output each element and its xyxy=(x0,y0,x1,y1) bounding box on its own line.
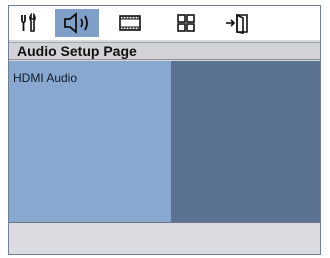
setup-tools-icon xyxy=(21,13,36,32)
options-panel xyxy=(171,61,320,222)
menu-item-hdmi-audio[interactable]: HDMI Audio xyxy=(13,71,77,85)
exit-setup-tab[interactable] xyxy=(221,9,255,37)
setup-screen: Audio Setup Page HDMI Audio xyxy=(8,5,321,255)
speaker-audio-icon xyxy=(64,12,88,34)
video-film-icon xyxy=(119,15,141,31)
general-setup-tab[interactable] xyxy=(15,9,43,37)
page-header: Audio Setup Page xyxy=(9,42,320,60)
audio-setup-tab[interactable] xyxy=(55,9,99,37)
menu-panel: HDMI Audio xyxy=(9,61,171,222)
exit-door-icon xyxy=(226,13,248,34)
status-bar xyxy=(9,222,320,254)
video-setup-tab[interactable] xyxy=(113,9,147,37)
preference-grid-icon xyxy=(177,14,195,32)
setup-toolbar xyxy=(9,6,320,40)
preference-setup-tab[interactable] xyxy=(171,9,201,37)
page-title: Audio Setup Page xyxy=(17,43,137,59)
